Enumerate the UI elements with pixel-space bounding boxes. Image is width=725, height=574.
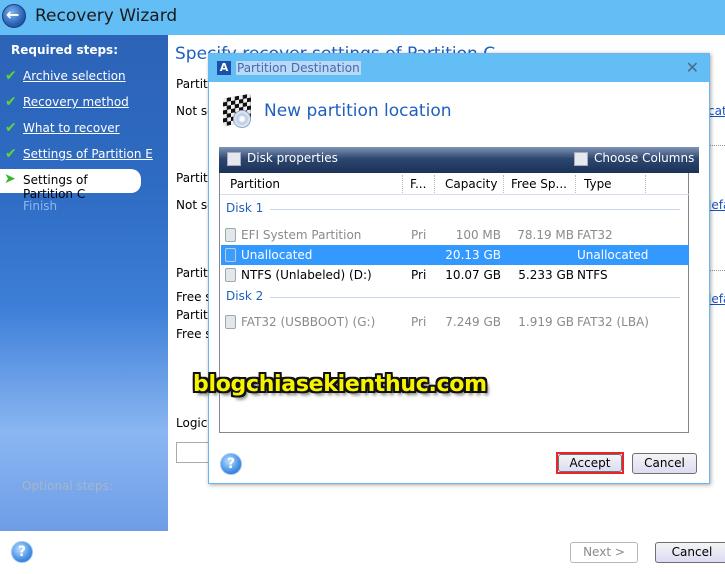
- partition-type: Unallocated: [577, 248, 649, 262]
- partition-name: EFI System Partition: [241, 228, 362, 242]
- column-header-free-space[interactable]: Free Sp...: [511, 177, 567, 191]
- arrow-right-icon: ➤: [4, 171, 16, 187]
- column-header-flags[interactable]: F...: [410, 177, 426, 191]
- next-button[interactable]: Next >: [570, 542, 638, 563]
- cancel-button-label: Cancel: [671, 545, 713, 559]
- list-toolbar: Disk properties Choose Columns: [219, 147, 699, 173]
- list-header: Partition F... Capacity Free Sp... Type: [220, 173, 690, 195]
- partition-capacity: 7.249 GB: [445, 315, 501, 329]
- table-row[interactable]: EFI System Partition Pri 100 MB 78.19 MB…: [221, 225, 689, 245]
- default-link[interactable]: lefa: [708, 292, 725, 306]
- sidebar-item-archive-selection[interactable]: ✔ Archive selection: [0, 65, 168, 89]
- partition-free-space: 78.19 MB: [517, 228, 574, 242]
- sidebar-item-label: Archive selection: [23, 69, 126, 83]
- disc-icon: [233, 110, 251, 128]
- checkmark-icon: ✔: [5, 146, 17, 162]
- sidebar-item-label: Recovery method: [23, 95, 129, 109]
- logical-input[interactable]: [176, 442, 210, 463]
- partition-type: FAT32: [577, 228, 613, 242]
- checkmark-icon: ✔: [5, 68, 17, 84]
- help-icon[interactable]: [220, 453, 242, 475]
- sidebar: Required steps: ✔ Archive selection ✔ Re…: [0, 35, 168, 531]
- dialog-cancel-button[interactable]: Cancel: [632, 453, 697, 474]
- partition-icon: [225, 248, 236, 262]
- choose-columns-icon: [574, 152, 588, 166]
- sidebar-item-label: Finish: [23, 199, 58, 213]
- partition-free-space: 5.233 GB: [518, 268, 574, 282]
- column-separator[interactable]: [434, 175, 435, 193]
- partition-label: Partiti: [176, 308, 212, 322]
- partition-icon: [225, 315, 236, 329]
- window-title: Recovery Wizard: [35, 6, 178, 26]
- sidebar-item-finish: Finish: [0, 195, 168, 219]
- partition-type: NTFS: [577, 268, 608, 282]
- group-label-disk-2: Disk 2: [226, 289, 264, 303]
- group-label-disk-1: Disk 1: [226, 201, 264, 215]
- partition-label: Partiti: [176, 77, 212, 91]
- column-header-capacity[interactable]: Capacity: [445, 177, 497, 191]
- column-separator[interactable]: [575, 175, 576, 193]
- partition-label: Partiti: [176, 171, 212, 185]
- choose-columns-button[interactable]: Choose Columns: [594, 151, 694, 165]
- partition-capacity: 10.07 GB: [445, 268, 501, 282]
- group-divider: [270, 297, 680, 298]
- cancel-button[interactable]: Cancel: [655, 542, 725, 563]
- watermark: blogchiasekienthuc.com: [193, 372, 487, 397]
- checkmark-icon: ✔: [5, 94, 17, 110]
- column-header-type[interactable]: Type: [584, 177, 612, 191]
- sidebar-item-settings-partition-c[interactable]: ➤ Settings of Partition C: [0, 169, 141, 201]
- partition-icon: [225, 228, 236, 242]
- partition-capacity: 100 MB: [455, 228, 501, 242]
- partition-flags: Pri: [411, 268, 427, 282]
- column-separator[interactable]: [503, 175, 504, 193]
- highlight-frame: [556, 452, 624, 474]
- partition-label: Partiti: [176, 266, 212, 280]
- sidebar-item-what-to-recover[interactable]: ✔ What to recover: [0, 117, 168, 141]
- help-icon[interactable]: [11, 541, 33, 563]
- default-link[interactable]: lefa: [708, 198, 725, 212]
- partition-name: FAT32 (USBBOOT) (G:): [241, 315, 376, 329]
- sidebar-item-label: Settings of Partition E: [23, 147, 153, 161]
- sidebar-item-label: What to recover: [23, 121, 120, 135]
- partition-flags: Pri: [411, 228, 427, 242]
- group-divider: [270, 209, 680, 210]
- partition-destination-dialog: A Partition Destination ✕ New partition …: [208, 53, 710, 484]
- column-header-partition[interactable]: Partition: [230, 177, 280, 191]
- dialog-title-bar: A Partition Destination ✕: [209, 54, 709, 82]
- partition-flags: Pri: [411, 315, 427, 329]
- partition-name: Unallocated: [241, 248, 313, 262]
- partition-name: NTFS (Unlabeled) (D:): [241, 268, 372, 282]
- disk-properties-icon: [227, 152, 241, 166]
- next-button-label: Next >: [583, 545, 625, 559]
- column-separator[interactable]: [645, 175, 646, 193]
- required-steps-heading: Required steps:: [11, 43, 118, 57]
- partition-icon: [225, 268, 236, 282]
- dialog-title: Partition Destination: [236, 61, 361, 75]
- partition-capacity: 20.13 GB: [445, 248, 501, 262]
- table-row-selected[interactable]: Unallocated 20.13 GB Unallocated: [221, 245, 689, 265]
- back-arrow-icon[interactable]: [2, 4, 26, 28]
- close-icon[interactable]: ✕: [686, 58, 699, 77]
- partition-type: FAT32 (LBA): [577, 315, 649, 329]
- checkmark-icon: ✔: [5, 120, 17, 136]
- column-separator[interactable]: [402, 175, 403, 193]
- table-row[interactable]: NTFS (Unlabeled) (D:) Pri 10.07 GB 5.233…: [221, 265, 689, 285]
- sidebar-item-recovery-method[interactable]: ✔ Recovery method: [0, 91, 168, 115]
- table-row[interactable]: FAT32 (USBBOOT) (G:) Pri 7.249 GB 1.919 …: [221, 312, 689, 332]
- sidebar-item-settings-partition-e[interactable]: ✔ Settings of Partition E: [0, 143, 168, 167]
- dialog-cancel-button-label: Cancel: [644, 456, 685, 470]
- title-bar: Recovery Wizard: [0, 0, 725, 35]
- dialog-heading: New partition location: [264, 101, 452, 121]
- optional-steps-heading: Optional steps:: [22, 479, 113, 493]
- acronis-app-icon: A: [217, 61, 231, 75]
- disk-properties-button[interactable]: Disk properties: [247, 151, 338, 165]
- new-location-link[interactable]: cati: [708, 104, 725, 118]
- partition-free-space: 1.919 GB: [518, 315, 574, 329]
